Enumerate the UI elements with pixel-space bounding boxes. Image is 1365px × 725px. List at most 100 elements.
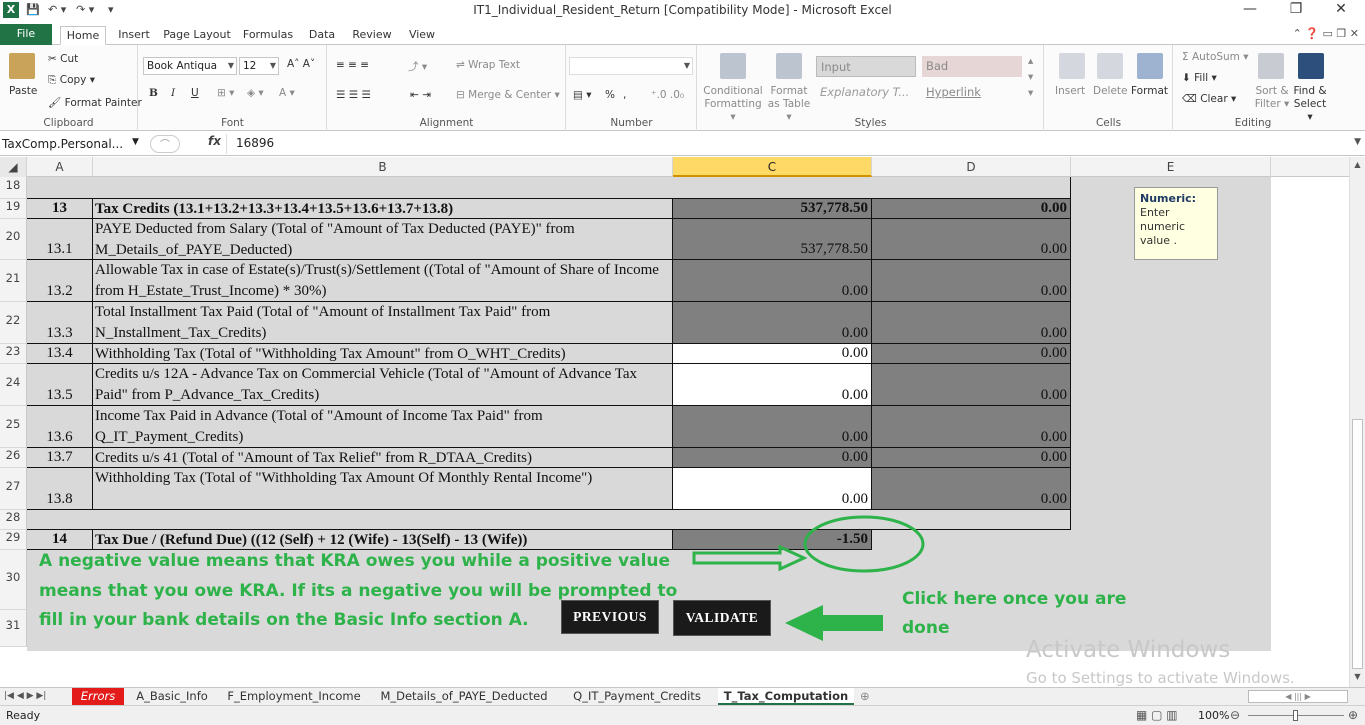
clear-button[interactable]: ⌫ Clear ▾ [1182,93,1236,105]
view-buttons[interactable]: ▦ ▢ ▥ [1136,708,1178,722]
underline-button[interactable]: U [191,87,199,99]
row-header[interactable]: 25 [0,406,27,448]
formula-bar-expand-icon[interactable]: ⌒ [150,135,180,153]
row-header[interactable]: 30 [0,550,27,610]
top-align-icon[interactable]: ≡ ≡ ≡ [336,59,369,71]
zoom-out-icon[interactable]: ⊖ [1230,708,1240,722]
row-header[interactable]: 20 [0,219,27,260]
font-color-icon[interactable]: A ▾ [279,87,295,99]
number-format-select[interactable]: ▼ [569,57,693,75]
col-header-a[interactable]: A [27,157,93,177]
cut-button[interactable]: ✂ Cut [48,53,78,65]
insert-cells-icon[interactable] [1059,53,1085,79]
merge-center-button[interactable]: ⊟ Merge & Center ▾ [456,89,560,101]
grow-font-icon[interactable]: A˄ A˅ [287,58,315,70]
row-header[interactable]: 22 [0,302,27,344]
col-header-d[interactable]: D [872,157,1071,177]
horizontal-scrollbar[interactable]: ◀ ||| ▶ [1248,690,1348,703]
format-cells-button[interactable]: Format [1131,85,1168,97]
restore-button[interactable]: ❐ [1276,1,1316,21]
orientation-icon[interactable]: ⤴ ▾ [408,59,427,74]
scroll-up-icon[interactable]: ▲ [1350,157,1365,173]
close-button[interactable]: ✕ [1321,1,1361,21]
comma-button[interactable]: , [623,89,626,101]
self-amount-cell[interactable]: 0.00 [673,468,872,510]
decimal-icon[interactable]: ⁺.0 .0₀ [651,89,684,101]
formula-bar-collapse-icon[interactable]: ▼ [1354,137,1361,147]
conditional-formatting-icon[interactable] [720,53,746,79]
fill-color-icon[interactable]: ◈ ▾ [247,87,264,99]
tab-data[interactable]: Data [304,26,340,45]
paste-button[interactable]: Paste [9,85,37,97]
fx-icon[interactable]: fx [208,134,221,148]
wrap-text-button[interactable]: ⇌ Wrap Text [456,59,520,71]
col-header-e[interactable]: E [1071,157,1271,177]
tab-home[interactable]: Home [60,26,106,45]
font-size-select[interactable]: 12 ▼ [239,57,279,75]
formula-input[interactable]: 16896 [236,136,274,150]
minimize-button[interactable]: — [1230,1,1270,21]
sheet-tab[interactable]: T_Tax_Computation [718,688,854,705]
previous-button[interactable]: PREVIOUS [561,600,659,634]
validate-button[interactable]: VALIDATE [673,600,771,636]
tab-review[interactable]: Review [348,26,396,45]
italic-button[interactable]: I [171,87,175,99]
row-header[interactable]: 27 [0,468,27,510]
worksheet-grid[interactable]: ◢ A B C D E 18 19 13 Tax Credits (13.1+13.2… [0,157,1349,687]
sheet-tab[interactable]: M_Details_of_PAYE_Deducted [372,688,556,705]
insert-cells-button[interactable]: Insert [1055,85,1085,97]
style-bad[interactable]: Bad [922,56,1022,77]
scroll-down-icon[interactable]: ▼ [1350,669,1365,685]
style-input[interactable]: Input [816,56,916,77]
fill-button[interactable]: ⬇ Fill ▾ [1182,72,1217,84]
tab-page-layout[interactable]: Page Layout [162,26,232,45]
sheet-tab[interactable]: F_Employment_Income [222,688,366,705]
insert-sheet-icon[interactable]: ⊕ [860,688,870,705]
accounting-icon[interactable]: ▤ ▾ [573,89,592,101]
styles-scroll[interactable]: ▴ ▾ ▾ [1028,53,1033,101]
zoom-level[interactable]: 100% [1198,709,1229,722]
paste-icon[interactable] [9,53,35,79]
copy-button[interactable]: ⎘ Copy ▾ [48,74,95,87]
indent-icon[interactable]: ⇤ ⇥ [410,89,431,101]
style-hyperlink[interactable]: Hyperlink [922,82,1022,103]
style-explanatory[interactable]: Explanatory T... [816,82,916,103]
col-header-c[interactable]: C [673,157,872,177]
delete-cells-icon[interactable] [1097,53,1123,79]
autosum-button[interactable]: Σ AutoSum ▾ [1182,51,1249,63]
tab-insert[interactable]: Insert [114,26,154,45]
zoom-slider-thumb[interactable] [1293,710,1298,721]
sheet-tab[interactable]: A_Basic_Info [128,688,216,705]
description-cell: Tax Credits (13.1+13.2+13.3+13.4+13.5+13… [93,199,673,219]
name-box-dropdown-icon[interactable]: ▼ [132,137,139,147]
name-box[interactable]: TaxComp.Personal... [0,134,146,154]
delete-cells-button[interactable]: Delete [1093,85,1128,97]
tab-file[interactable]: File [0,24,52,45]
sheet-tab[interactable]: Errors [72,688,124,705]
bold-button[interactable]: B [149,87,158,99]
scroll-thumb[interactable] [1352,419,1363,669]
font-name-select[interactable]: Book Antiqua ▼ [143,57,237,75]
format-as-table-icon[interactable] [776,53,802,79]
sort-filter-button[interactable]: Sort & Filter ▾ [1252,85,1292,111]
self-amount-cell[interactable]: 0.00 [673,344,872,364]
sheet-tab[interactable]: Q_IT_Payment_Credits [562,688,712,705]
row-header[interactable]: 24 [0,364,27,406]
tab-formulas[interactable]: Formulas [240,26,296,45]
format-cells-icon[interactable] [1137,53,1163,79]
row-header[interactable]: 31 [0,610,27,647]
vertical-scrollbar[interactable]: ▲ ▼ [1349,157,1365,687]
self-amount-cell[interactable]: 0.00 [673,364,872,406]
sheet-nav-icons[interactable]: |◀ ◀ ▶ ▶| [4,688,46,705]
col-header-b[interactable]: B [93,157,673,177]
find-select-icon[interactable] [1298,53,1324,79]
sort-filter-icon[interactable] [1258,53,1284,79]
left-align-icon[interactable]: ☰ ☰ ☰ [336,89,371,101]
format-painter-button[interactable]: 🖌 Format Painter [48,96,142,109]
tab-view[interactable]: View [404,26,440,45]
row-header[interactable]: 21 [0,260,27,302]
zoom-in-icon[interactable]: ⊕ [1348,708,1358,722]
ribbon-window-controls[interactable]: ⌃ ❓ ▭ ❐ ✕ [1293,27,1359,40]
percent-button[interactable]: % [605,89,615,101]
borders-icon[interactable]: ⊞ ▾ [217,87,234,99]
